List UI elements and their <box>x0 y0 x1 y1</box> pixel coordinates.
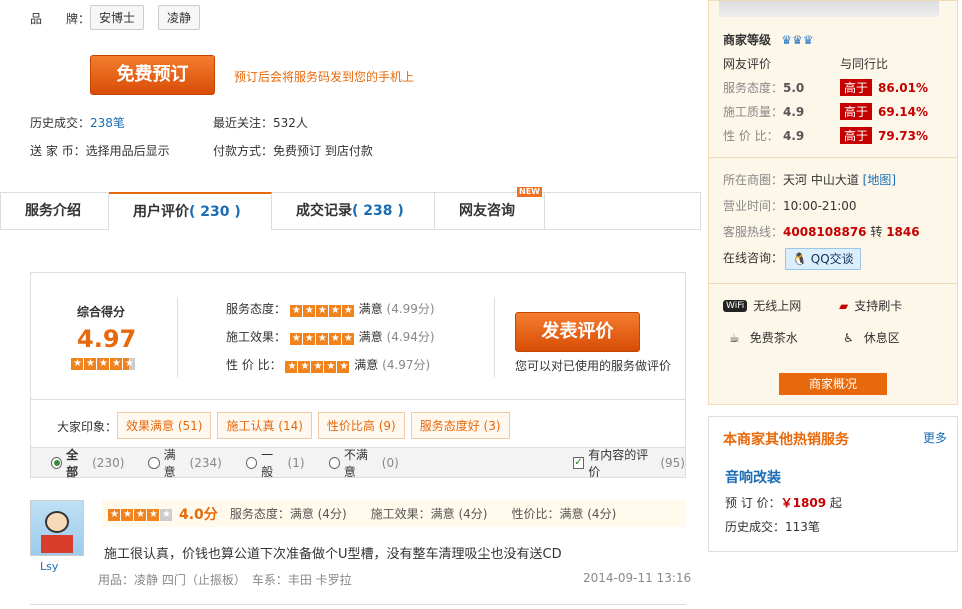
chair-icon: ♿ <box>843 330 854 345</box>
book-hint: 预订后会将服务码发到您的手机上 <box>234 70 415 84</box>
review-product: 用品：凌静 四门（止振板） 车系：丰田 卡罗拉 <box>98 573 352 587</box>
post-review-hint: 您可以对已使用的服务做评价 <box>515 359 672 373</box>
score-row-value: 性 价 比： ★ ★ ★ ★ ★ 满意 (4.97分) <box>226 358 431 373</box>
history-deals: 历史成交：238笔 <box>30 116 125 130</box>
impression-tags: 效果满意 (51) 施工认真 (14) 性价比高 (9) 服务态度好 (3) <box>117 412 516 439</box>
amenity-rest: ♿ 休息区 <box>843 330 900 346</box>
rating-service: 服务态度： 5.0 高于 86.01% <box>723 79 928 96</box>
checkbox-icon: ✓ <box>572 456 585 469</box>
recent-attention: 最近关注：532人 <box>213 116 308 130</box>
free-book-button[interactable]: 免费预订 <box>90 55 215 95</box>
pay-method: 付款方式：免费预订 到店付款 <box>213 144 373 158</box>
tab-bar: 服务介绍 用户评价( 230 ) 成交记录( 238 ) 网友咨询 NEW <box>0 187 701 230</box>
merchant-level-label: 商家等级 ♛♛♛ <box>723 33 814 47</box>
merchant-image <box>719 1 939 17</box>
col-compare: 与同行比 <box>840 57 889 71</box>
review-rating: 4.0分 <box>179 506 218 523</box>
radio-icon <box>245 456 258 469</box>
review-header: ★ ★ ★ ★ ★ 4.0分 服务态度：满意 (4分) 施工效果：满意 (4分) 性价比… <box>102 500 686 527</box>
rating-value: 性 价 比： 4.9 高于 79.73% <box>723 127 928 144</box>
review-text: 施工很认真，价钱也算公道下次准备做个U型槽，没有整车清理吸尘也没有送CD <box>104 547 562 562</box>
filter-unsatisfied[interactable]: 不满意 (0) <box>328 446 399 480</box>
impression-tag[interactable]: 效果满意 (51) <box>117 412 212 439</box>
filter-average[interactable]: 一般 (1) <box>245 446 305 480</box>
score-row-effect: 施工效果： ★ ★ ★ ★ ★ 满意 (4.94分) <box>226 330 435 345</box>
radio-icon <box>51 456 63 469</box>
hot-services-panel: 本商家其他热销服务 更多 音响改装 预 订 价：￥1809 起 历史成交：113… <box>708 416 958 552</box>
review-username[interactable]: Lsy <box>40 560 58 573</box>
business-circle: 所在商圈：天河 中山大道 [地图] <box>723 173 897 187</box>
hot-item-name[interactable]: 音响改装 <box>725 467 781 487</box>
avatar[interactable] <box>30 500 84 556</box>
rating-quality: 施工质量： 4.9 高于 69.14% <box>723 103 928 120</box>
hot-item-price: 预 订 价：￥1809 起 <box>725 496 842 510</box>
impression-tag[interactable]: 施工认真 (14) <box>217 412 312 439</box>
brand-tag-2[interactable]: 凌静 <box>158 5 201 30</box>
qq-icon: 🐧 <box>792 252 807 266</box>
filter-with-content[interactable]: ✓ 有内容的评价 (95) <box>572 446 685 480</box>
score-value: 4.97 <box>77 325 137 353</box>
amenity-card: ▰ 支持刷卡 <box>839 298 903 314</box>
wifi-icon: WiFi <box>723 299 748 312</box>
map-link[interactable]: [地图] <box>863 173 896 187</box>
impression-tag[interactable]: 服务态度好 (3) <box>410 412 510 439</box>
merchant-overview-button[interactable]: 商家概况 <box>779 373 887 395</box>
review-details: 服务态度：满意 (4分) 施工效果：满意 (4分) 性价比：满意 (4分) <box>229 507 617 521</box>
post-review-button[interactable]: 发表评价 <box>515 312 640 352</box>
hot-services-title: 本商家其他热销服务 <box>723 432 849 448</box>
tab-user-reviews[interactable]: 用户评价( 230 ) <box>109 192 272 230</box>
amenity-wifi: WiFi 无线上网 <box>723 297 801 314</box>
history-deals-link[interactable]: 238笔 <box>90 116 125 130</box>
radio-icon <box>148 456 160 469</box>
crown-icon: ♛♛♛ <box>781 33 814 47</box>
unionpay-icon: ▰ <box>839 298 849 313</box>
review-time: 2014-09-11 13:16 <box>583 571 692 585</box>
impression-label: 大家印象： <box>57 420 118 434</box>
tab-consult[interactable]: 网友咨询 NEW <box>435 187 545 229</box>
score-row-service: 服务态度： ★ ★ ★ ★ ★ 满意 (4.99分) <box>226 302 435 317</box>
online-consult-label: 在线咨询： <box>723 251 784 265</box>
tea-cup-icon: ☕ <box>729 330 740 345</box>
amenity-tea: ☕ 免费茶水 <box>729 330 798 346</box>
radio-icon <box>328 456 340 469</box>
impression-tag[interactable]: 性价比高 (9) <box>317 412 405 439</box>
filter-bar: 全部 (230) 满意 (234) 一般 (1) 不满意 (0) ✓ 有内容的评价 (95) <box>30 446 686 480</box>
more-link[interactable]: 更多 <box>923 429 947 446</box>
business-hours: 营业时间：10:00-21:00 <box>723 199 857 213</box>
tab-deal-records[interactable]: 成交记录( 238 ) <box>272 193 435 229</box>
tab-service-intro[interactable]: 服务介绍 <box>0 193 109 229</box>
new-badge: NEW <box>517 187 542 197</box>
brand-label: 品 牌： <box>30 12 91 26</box>
score-stars: ★ ★ ★ ★ ★ <box>71 355 136 370</box>
score-panel: 综合得分 4.97 ★ ★ ★ ★ ★ 服务态度： ★ ★ ★ ★ ★ 满意 (4.99分) 施… <box>30 272 686 400</box>
brand-tag-1[interactable]: 安博士 <box>90 5 145 30</box>
impression-bar: 大家印象： 效果满意 (51) 施工认真 (14) 性价比高 (9) 服务态度好 (3… <box>30 400 686 448</box>
filter-all[interactable]: 全部 (230) <box>51 446 124 480</box>
hot-item-history: 历史成交：113笔 <box>725 520 820 534</box>
hotline: 客服热线：4008108876 转 1846 <box>723 225 920 239</box>
score-title: 综合得分 <box>77 305 126 319</box>
qq-chat-button[interactable]: 🐧 QQ交谈 <box>785 248 861 270</box>
merchant-panel: 商家等级 ♛♛♛ 网友评价 与同行比 服务态度： 5.0 高于 86.01% 施工质量… <box>708 0 958 405</box>
filter-satisfied[interactable]: 满意 (234) <box>148 446 222 480</box>
col-user-review: 网友评价 <box>723 57 772 71</box>
coin-info: 送 家 币：选择用品后显示 <box>30 144 170 158</box>
